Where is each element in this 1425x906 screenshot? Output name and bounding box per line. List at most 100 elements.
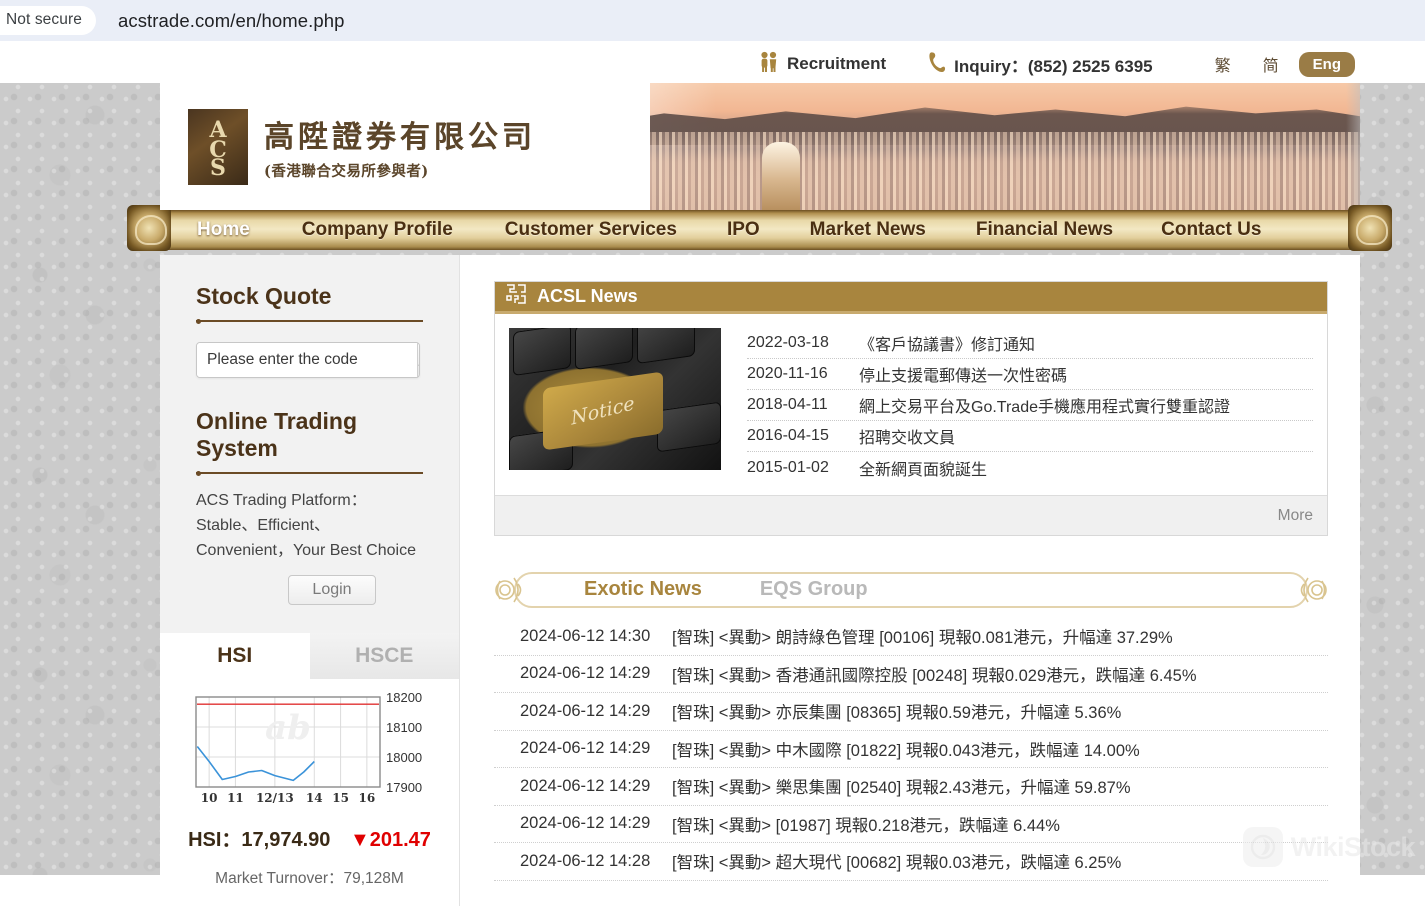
acsl-news-date: 2018-04-11 [747, 396, 843, 414]
exotic-news-text: [智珠] <異動> 超大現代 [00682] 現報0.03港元，跌幅達 6.25… [660, 849, 1121, 873]
hsi-chart-svg: ab18200181001800017900101112/13141516 [184, 691, 436, 811]
online-trading-title: Online Trading System [196, 378, 423, 462]
acsl-news-date: 2015-01-02 [747, 459, 843, 477]
exotic-tab-eqs-group[interactable]: EQS Group [760, 578, 868, 601]
acsl-news-title-text: 停止支援電郵傳送一次性密碼 [843, 362, 1067, 386]
main-column: ACSL News Notice 2022-03-18《客戶協議書》修訂通知20… [460, 255, 1360, 906]
exotic-news-time: 2024-06-12 14:29 [494, 739, 660, 758]
svg-text:17900: 17900 [386, 780, 422, 795]
svg-text:S: S [210, 155, 226, 179]
index-panel: ab18200181001800017900101112/13141516 HS… [160, 679, 459, 906]
banner-tower-ifc [762, 142, 800, 210]
index-tab-hsi[interactable]: HSI [160, 633, 310, 679]
online-trading-divider [196, 472, 423, 474]
browser-address-bar: Not secure acstrade.com/en/home.php [0, 0, 1425, 41]
acsl-news-panel: ACSL News Notice 2022-03-18《客戶協議書》修訂通知20… [494, 281, 1328, 536]
stock-code-input[interactable] [197, 343, 417, 377]
main-navigation: Home Company Profile Customer Services IPO M… [127, 208, 1392, 253]
exotic-news-row[interactable]: 2024-06-12 14:29[智珠] <異動> 樂思集團 [02540] 現… [494, 768, 1328, 806]
inquiry-label: Inquiry：(852) 2525 6395 [954, 52, 1152, 77]
acsl-more-link[interactable]: More [1278, 507, 1313, 525]
svg-text:18100: 18100 [386, 720, 422, 735]
lang-traditional-button[interactable]: 繁 [1203, 49, 1243, 79]
company-name-cn: 高陞證券有限公司 [264, 112, 536, 156]
svg-text:12/13: 12/13 [255, 791, 293, 805]
svg-text:10: 10 [200, 791, 217, 805]
lang-english-button[interactable]: Eng [1299, 52, 1355, 77]
index-tab-hsce[interactable]: HSCE [310, 633, 460, 679]
acsl-news-row[interactable]: 2018-04-11網上交易平台及Go.Trade手機應用程式實行雙重認證 [747, 390, 1313, 421]
lang-simplified-button[interactable]: 简 [1251, 49, 1291, 79]
acsl-news-title-text: 招聘交收文員 [843, 424, 955, 448]
nav-item-market-news[interactable]: Market News [810, 219, 926, 241]
exotic-news-row[interactable]: 2024-06-12 14:29[智珠] <異動> 中木國際 [01822] 現… [494, 731, 1328, 769]
exotic-news-time: 2024-06-12 14:29 [494, 664, 660, 683]
hsi-value-row: HSI：17,974.90 ▼201.47 [160, 823, 459, 852]
notice-key-label: Notice [570, 392, 636, 429]
acsl-news-title-text: 《客戶協議書》修訂通知 [843, 331, 1035, 355]
logo-block[interactable]: A C S 高陞證券有限公司 (香港聯合交易所參與者) [160, 83, 650, 210]
acsl-news-row[interactable]: 2020-11-16停止支援電郵傳送一次性密碼 [747, 359, 1313, 390]
stock-quote-divider [196, 320, 423, 322]
exotic-news-row[interactable]: 2024-06-12 14:30[智珠] <異動> 朗詩綠色管理 [00106]… [494, 618, 1328, 656]
recruitment-label: Recruitment [787, 54, 886, 74]
nav-items: Home Company Profile Customer Services IPO M… [157, 210, 1362, 250]
exotic-news-time: 2024-06-12 14:28 [494, 852, 660, 871]
scroll-ornament-left-icon [494, 568, 528, 612]
kbd-key [657, 402, 721, 453]
hsi-change: ▼201.47 [350, 829, 431, 851]
security-indicator[interactable]: Not secure [0, 6, 96, 35]
recruitment-link[interactable]: Recruitment [759, 51, 886, 78]
exotic-news-row[interactable]: 2024-06-12 14:29[智珠] <異動> 香港通訊國際控股 [0024… [494, 656, 1328, 694]
login-button[interactable]: Login [288, 575, 376, 605]
svg-text:14: 14 [305, 791, 322, 805]
exotic-news-text: [智珠] <異動> 朗詩綠色管理 [00106] 現報0.081港元，升幅達 3… [660, 624, 1173, 648]
exotic-news-text: [智珠] <異動> 亦辰集團 [08365] 現報0.59港元，升幅達 5.36… [660, 699, 1121, 723]
exotic-news-header: Exotic News EQS Group [494, 568, 1328, 612]
fret-pattern-icon [505, 283, 527, 310]
acsl-news-date: 2020-11-16 [747, 365, 843, 383]
utility-bar: Recruitment Inquiry：(852) 2525 6395 繁 简 … [0, 45, 1425, 83]
url-text[interactable]: acstrade.com/en/home.php [118, 10, 345, 32]
market-turnover: Market Turnover：79,128M [160, 866, 459, 888]
nav-item-home[interactable]: Home [197, 219, 250, 241]
nav-item-ipo[interactable]: IPO [727, 219, 760, 241]
index-tabs: HSIHSCE [160, 633, 459, 679]
acsl-news-title: ACSL News [537, 286, 638, 307]
svg-text:16: 16 [358, 791, 375, 805]
online-trading-description: ACS Trading Platform：Stable、Efficient、Co… [196, 488, 424, 563]
acsl-news-title-text: 全新網頁面貌誕生 [843, 456, 987, 480]
acsl-news-row[interactable]: 2016-04-15招聘交收文員 [747, 421, 1313, 452]
inquiry-phone[interactable]: Inquiry：(852) 2525 6395 [928, 51, 1152, 78]
notice-key-cap: Notice [543, 372, 663, 451]
nav-item-financial-news[interactable]: Financial News [976, 219, 1113, 241]
exotic-news-text: [智珠] <異動> 中木國際 [01822] 現報0.043港元，跌幅達 14.… [660, 737, 1140, 761]
nav-item-customer-services[interactable]: Customer Services [505, 219, 677, 241]
company-subtitle-cn: (香港聯合交易所參與者) [264, 160, 536, 181]
stock-quote-search-button[interactable] [417, 343, 420, 377]
nav-item-contact-us[interactable]: Contact Us [1161, 219, 1261, 241]
exotic-news-tabs: Exotic News EQS Group [584, 578, 868, 601]
site-container: A C S 高陞證券有限公司 (香港聯合交易所參與者) Home Company … [160, 83, 1360, 906]
stock-quote-search[interactable] [196, 342, 420, 378]
acsl-news-footer: More [495, 495, 1327, 535]
phone-icon [928, 51, 946, 78]
exotic-news-section: Exotic NewsEQS Group 2024-06-12 14:30[智珠… [494, 568, 1328, 881]
svg-text:11: 11 [227, 791, 244, 805]
scroll-ornament-right-icon [1294, 568, 1328, 612]
acsl-news-row[interactable]: 2015-01-02全新網頁面貌誕生 [747, 452, 1313, 483]
svg-text:18000: 18000 [386, 750, 422, 765]
acsl-news-header: ACSL News [495, 282, 1327, 314]
exotic-news-list: 2024-06-12 14:30[智珠] <異動> 朗詩綠色管理 [00106]… [494, 618, 1328, 881]
exotic-news-time: 2024-06-12 14:30 [494, 627, 660, 646]
exotic-news-row[interactable]: 2024-06-12 14:29[智珠] <異動> 亦辰集團 [08365] 現… [494, 693, 1328, 731]
acsl-news-body: Notice 2022-03-18《客戶協議書》修訂通知2020-11-16停止… [495, 314, 1327, 483]
acsl-news-row[interactable]: 2022-03-18《客戶協議書》修訂通知 [747, 328, 1313, 359]
kbd-key [513, 328, 571, 376]
acsl-news-date: 2022-03-18 [747, 334, 843, 352]
exotic-news-row[interactable]: 2024-06-12 14:29[智珠] <異動> [01987] 現報0.21… [494, 806, 1328, 844]
exotic-tab-exotic-news[interactable]: Exotic News [584, 578, 702, 601]
nav-item-company-profile[interactable]: Company Profile [302, 219, 453, 241]
exotic-news-text: [智珠] <異動> 樂思集團 [02540] 現報2.43港元，升幅達 59.8… [660, 774, 1131, 798]
kbd-key [637, 328, 695, 364]
